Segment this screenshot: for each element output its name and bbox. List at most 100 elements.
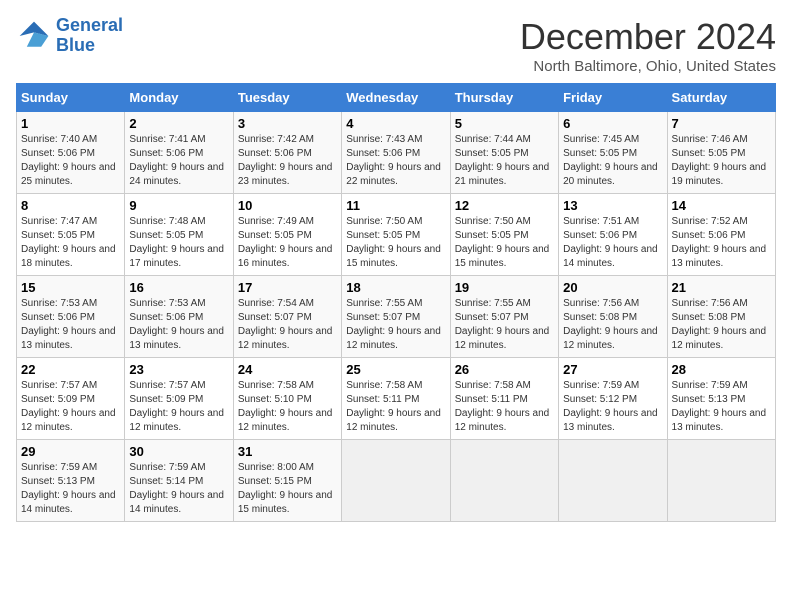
calendar-cell: 28 Sunrise: 7:59 AMSunset: 5:13 PMDaylig… (667, 358, 775, 440)
day-info: Sunrise: 7:59 AMSunset: 5:14 PMDaylight:… (129, 462, 224, 515)
calendar-cell: 17 Sunrise: 7:54 AMSunset: 5:07 PMDaylig… (233, 276, 341, 358)
calendar-cell: 25 Sunrise: 7:58 AMSunset: 5:11 PMDaylig… (342, 358, 450, 440)
calendar-title: December 2024 (520, 16, 776, 58)
day-info: Sunrise: 7:59 AMSunset: 5:13 PMDaylight:… (672, 380, 767, 433)
calendar-cell (342, 440, 450, 522)
calendar-week-row: 15 Sunrise: 7:53 AMSunset: 5:06 PMDaylig… (17, 276, 776, 358)
logo: General Blue (16, 16, 123, 56)
day-info: Sunrise: 7:56 AMSunset: 5:08 PMDaylight:… (563, 298, 658, 351)
day-number: 5 (455, 116, 554, 131)
day-number: 2 (129, 116, 228, 131)
calendar-cell: 30 Sunrise: 7:59 AMSunset: 5:14 PMDaylig… (125, 440, 233, 522)
day-number: 30 (129, 444, 228, 459)
day-info: Sunrise: 7:50 AMSunset: 5:05 PMDaylight:… (346, 216, 441, 269)
logo-icon (16, 18, 52, 54)
day-info: Sunrise: 7:50 AMSunset: 5:05 PMDaylight:… (455, 216, 550, 269)
calendar-header-row: SundayMondayTuesdayWednesdayThursdayFrid… (17, 84, 776, 112)
day-number: 24 (238, 362, 337, 377)
calendar-cell: 6 Sunrise: 7:45 AMSunset: 5:05 PMDayligh… (559, 112, 667, 194)
calendar-cell: 10 Sunrise: 7:49 AMSunset: 5:05 PMDaylig… (233, 194, 341, 276)
calendar-cell: 20 Sunrise: 7:56 AMSunset: 5:08 PMDaylig… (559, 276, 667, 358)
day-info: Sunrise: 7:59 AMSunset: 5:12 PMDaylight:… (563, 380, 658, 433)
calendar-cell: 23 Sunrise: 7:57 AMSunset: 5:09 PMDaylig… (125, 358, 233, 440)
day-info: Sunrise: 7:58 AMSunset: 5:11 PMDaylight:… (346, 380, 441, 433)
day-number: 10 (238, 198, 337, 213)
day-info: Sunrise: 7:42 AMSunset: 5:06 PMDaylight:… (238, 134, 333, 187)
day-info: Sunrise: 7:58 AMSunset: 5:11 PMDaylight:… (455, 380, 550, 433)
calendar-cell: 29 Sunrise: 7:59 AMSunset: 5:13 PMDaylig… (17, 440, 125, 522)
calendar-body: 1 Sunrise: 7:40 AMSunset: 5:06 PMDayligh… (17, 112, 776, 522)
day-info: Sunrise: 7:49 AMSunset: 5:05 PMDaylight:… (238, 216, 333, 269)
calendar-cell: 7 Sunrise: 7:46 AMSunset: 5:05 PMDayligh… (667, 112, 775, 194)
day-info: Sunrise: 7:55 AMSunset: 5:07 PMDaylight:… (455, 298, 550, 351)
day-number: 11 (346, 198, 445, 213)
day-number: 13 (563, 198, 662, 213)
calendar-cell: 22 Sunrise: 7:57 AMSunset: 5:09 PMDaylig… (17, 358, 125, 440)
day-number: 4 (346, 116, 445, 131)
day-info: Sunrise: 7:58 AMSunset: 5:10 PMDaylight:… (238, 380, 333, 433)
day-number: 20 (563, 280, 662, 295)
calendar-cell (559, 440, 667, 522)
day-number: 23 (129, 362, 228, 377)
calendar-header-day: Friday (559, 84, 667, 112)
calendar-cell: 1 Sunrise: 7:40 AMSunset: 5:06 PMDayligh… (17, 112, 125, 194)
day-info: Sunrise: 8:00 AMSunset: 5:15 PMDaylight:… (238, 462, 333, 515)
logo-line2: Blue (56, 35, 95, 55)
day-number: 9 (129, 198, 228, 213)
calendar-cell: 4 Sunrise: 7:43 AMSunset: 5:06 PMDayligh… (342, 112, 450, 194)
calendar-cell: 18 Sunrise: 7:55 AMSunset: 5:07 PMDaylig… (342, 276, 450, 358)
calendar-cell: 2 Sunrise: 7:41 AMSunset: 5:06 PMDayligh… (125, 112, 233, 194)
calendar-header-day: Saturday (667, 84, 775, 112)
calendar-header-day: Tuesday (233, 84, 341, 112)
day-number: 31 (238, 444, 337, 459)
day-info: Sunrise: 7:59 AMSunset: 5:13 PMDaylight:… (21, 462, 116, 515)
day-info: Sunrise: 7:55 AMSunset: 5:07 PMDaylight:… (346, 298, 441, 351)
title-block: December 2024 North Baltimore, Ohio, Uni… (520, 16, 776, 75)
calendar-header-day: Sunday (17, 84, 125, 112)
calendar-week-row: 8 Sunrise: 7:47 AMSunset: 5:05 PMDayligh… (17, 194, 776, 276)
day-number: 26 (455, 362, 554, 377)
calendar-cell: 11 Sunrise: 7:50 AMSunset: 5:05 PMDaylig… (342, 194, 450, 276)
day-number: 21 (672, 280, 771, 295)
calendar-cell: 5 Sunrise: 7:44 AMSunset: 5:05 PMDayligh… (450, 112, 558, 194)
calendar-cell: 3 Sunrise: 7:42 AMSunset: 5:06 PMDayligh… (233, 112, 341, 194)
calendar-cell: 12 Sunrise: 7:50 AMSunset: 5:05 PMDaylig… (450, 194, 558, 276)
calendar-cell: 14 Sunrise: 7:52 AMSunset: 5:06 PMDaylig… (667, 194, 775, 276)
day-info: Sunrise: 7:52 AMSunset: 5:06 PMDaylight:… (672, 216, 767, 269)
calendar-cell: 31 Sunrise: 8:00 AMSunset: 5:15 PMDaylig… (233, 440, 341, 522)
calendar-cell (667, 440, 775, 522)
calendar-header-day: Thursday (450, 84, 558, 112)
day-number: 27 (563, 362, 662, 377)
calendar-cell: 26 Sunrise: 7:58 AMSunset: 5:11 PMDaylig… (450, 358, 558, 440)
calendar-header-day: Monday (125, 84, 233, 112)
day-info: Sunrise: 7:44 AMSunset: 5:05 PMDaylight:… (455, 134, 550, 187)
calendar-cell: 16 Sunrise: 7:53 AMSunset: 5:06 PMDaylig… (125, 276, 233, 358)
calendar-subtitle: North Baltimore, Ohio, United States (520, 58, 776, 75)
day-info: Sunrise: 7:46 AMSunset: 5:05 PMDaylight:… (672, 134, 767, 187)
day-number: 12 (455, 198, 554, 213)
calendar-cell: 19 Sunrise: 7:55 AMSunset: 5:07 PMDaylig… (450, 276, 558, 358)
day-info: Sunrise: 7:41 AMSunset: 5:06 PMDaylight:… (129, 134, 224, 187)
calendar-table: SundayMondayTuesdayWednesdayThursdayFrid… (16, 83, 776, 522)
day-number: 29 (21, 444, 120, 459)
day-info: Sunrise: 7:54 AMSunset: 5:07 PMDaylight:… (238, 298, 333, 351)
day-info: Sunrise: 7:48 AMSunset: 5:05 PMDaylight:… (129, 216, 224, 269)
calendar-week-row: 29 Sunrise: 7:59 AMSunset: 5:13 PMDaylig… (17, 440, 776, 522)
day-number: 25 (346, 362, 445, 377)
day-number: 3 (238, 116, 337, 131)
calendar-header-day: Wednesday (342, 84, 450, 112)
day-number: 7 (672, 116, 771, 131)
calendar-cell: 24 Sunrise: 7:58 AMSunset: 5:10 PMDaylig… (233, 358, 341, 440)
day-info: Sunrise: 7:53 AMSunset: 5:06 PMDaylight:… (129, 298, 224, 351)
calendar-week-row: 1 Sunrise: 7:40 AMSunset: 5:06 PMDayligh… (17, 112, 776, 194)
logo-text: General Blue (56, 16, 123, 56)
day-number: 22 (21, 362, 120, 377)
header: General Blue December 2024 North Baltimo… (16, 16, 776, 75)
calendar-cell: 27 Sunrise: 7:59 AMSunset: 5:12 PMDaylig… (559, 358, 667, 440)
day-info: Sunrise: 7:56 AMSunset: 5:08 PMDaylight:… (672, 298, 767, 351)
day-number: 17 (238, 280, 337, 295)
day-number: 1 (21, 116, 120, 131)
calendar-cell: 13 Sunrise: 7:51 AMSunset: 5:06 PMDaylig… (559, 194, 667, 276)
day-info: Sunrise: 7:45 AMSunset: 5:05 PMDaylight:… (563, 134, 658, 187)
day-info: Sunrise: 7:57 AMSunset: 5:09 PMDaylight:… (21, 380, 116, 433)
